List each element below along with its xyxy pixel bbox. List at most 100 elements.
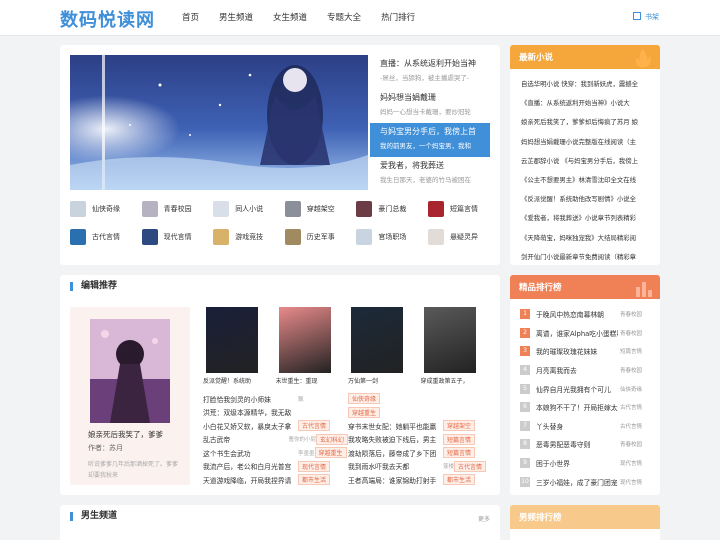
category-item[interactable]: 青春校园 bbox=[141, 195, 214, 223]
list-item[interactable]: 穿越重生 bbox=[348, 406, 493, 420]
rank-item[interactable]: 6 本娘狗不干了！开局拒嫁太子 古代言情 bbox=[520, 398, 652, 417]
rank-item[interactable]: 5 仙界自月光我拥有个可儿 仙侠奇缘 bbox=[520, 379, 652, 398]
book-card[interactable]: 反派觉醒！系统助 bbox=[203, 307, 276, 385]
list-item[interactable]: 小白花又娇又软，暴戾太子拿 古代言情 bbox=[203, 419, 348, 433]
category-item[interactable]: 官场职场 bbox=[356, 223, 428, 251]
genre-tag[interactable]: 穿越重生 bbox=[314, 447, 347, 459]
list-item[interactable]: 洪荒：双级本源精华，我无敌 bbox=[203, 406, 348, 420]
more-link[interactable]: 更多 bbox=[478, 514, 490, 523]
category-item[interactable]: 穿越架空 bbox=[284, 195, 357, 223]
newest-item[interactable]: 《反派觉醒！系统助他改写剧情》小说全 bbox=[521, 190, 653, 209]
book-card[interactable]: 穿成重政第五子， bbox=[421, 307, 494, 385]
bookshelf-link[interactable]: 书架 bbox=[633, 12, 659, 22]
book-title: 小白花又娇又软，暴戾太子拿 bbox=[203, 422, 292, 431]
newest-item[interactable]: 《公主不想要男主》林清雪沈印全文在线 bbox=[521, 171, 653, 190]
rank-item[interactable]: 2 离谱，谁家Alpha吃小蛋糕啊 青春校园 bbox=[520, 324, 652, 343]
nav-girls[interactable]: 女生频道 bbox=[263, 0, 317, 36]
category-item[interactable]: 豪门总裁 bbox=[356, 195, 428, 223]
rank-category: 现代言情 bbox=[620, 479, 643, 486]
newest-title: 最新小说 bbox=[519, 53, 554, 63]
list-item[interactable]: 乱古武帝 曹你的小屁 玄幻科幻 bbox=[203, 433, 348, 447]
rank-title: 于晚风中热恋南幕林朝 bbox=[536, 311, 604, 320]
category-item[interactable]: 悬疑灵异 bbox=[427, 223, 500, 251]
list-item[interactable]: 我攻略失败被迫下线后，男主 短篇言情 bbox=[348, 433, 493, 447]
section-title: 男生频道 bbox=[70, 512, 117, 521]
newest-item[interactable]: 娘亲死后我笑了，爹爹却后悔疯了苏月 娘 bbox=[521, 113, 653, 132]
category-label: 古代言情 bbox=[92, 233, 120, 241]
rank-item[interactable]: 1 于晚风中热恋南幕林朝 青春校园 bbox=[520, 305, 652, 324]
book-author: 飘 bbox=[298, 396, 304, 403]
list-item[interactable]: 我流产后，老公和白月光普宫 现代言情 bbox=[203, 460, 348, 474]
rank-title: 困于小世界 bbox=[536, 460, 570, 469]
category-thumb-icon bbox=[213, 229, 230, 245]
list-item[interactable]: 这个书生会武功 李墨墨 穿越重生 bbox=[203, 446, 348, 460]
banner-slide[interactable]: 爱我者，将我葬送 我生日那天，老婆的竹马被困在 bbox=[370, 157, 490, 191]
rank-number: 6 bbox=[520, 402, 530, 413]
banner-slide[interactable]: 妈妈想当娟戴珊 妈妈一心想当卡戴珊，要炒冠轮 bbox=[370, 89, 490, 123]
rank-item[interactable]: 9 困于小世界 现代言情 bbox=[520, 454, 652, 473]
category-item[interactable]: 同人小说 bbox=[213, 195, 285, 223]
genre-tag[interactable]: 都市生活 bbox=[443, 474, 476, 486]
category-label: 悬疑灵异 bbox=[449, 233, 478, 241]
newest-item[interactable]: 《天降萌宝，妈咪独宠我》大结局精彩阅 bbox=[521, 229, 653, 248]
cover-row: 反派觉醒！系统助 末世重生：重现 万仙第一剑 穿成重政第五子， bbox=[203, 307, 493, 385]
newest-item[interactable]: 自选华明小说 快穿：我到新妖虎，震撼全 bbox=[521, 75, 653, 94]
category-item[interactable]: 现代言情 bbox=[141, 223, 214, 251]
banner-image[interactable] bbox=[70, 55, 368, 190]
book-card[interactable]: 末世重生：重现 bbox=[276, 307, 349, 385]
slide-desc: -屌丝，当舔狗，被主播虐哭了- bbox=[380, 74, 470, 82]
genre-tag[interactable]: 短篇言情 bbox=[443, 447, 476, 459]
book-cover bbox=[278, 307, 331, 373]
category-item[interactable]: 短篇言情 bbox=[427, 195, 500, 223]
editor-panel: 编辑推荐 娘亲死后我笑了，爹爹 作者：苏月 听说爹爹几年后那酒掉死了。爹爹却要我… bbox=[60, 275, 500, 495]
list-item[interactable]: 我到雨水吓我去天都 蓬楼 古代言情 bbox=[348, 460, 493, 474]
list-item[interactable]: 打脸恰我剑灵的小师妹 飘 bbox=[203, 392, 348, 406]
banner-slide-active[interactable]: 与妈宝男分手后，我傍上首 我的前男友，一个妈宝男，我和 bbox=[370, 123, 490, 157]
newest-item[interactable]: 剑开仙门小说最新章节免费阅读（精彩章 bbox=[521, 248, 653, 267]
book-name: 穿成重政第五子， bbox=[420, 378, 469, 385]
category-item[interactable]: 游戏竞技 bbox=[213, 223, 285, 251]
nav-boys[interactable]: 男生频道 bbox=[209, 0, 263, 36]
genre-tag[interactable]: 短篇言情 bbox=[443, 433, 476, 445]
nav-topics[interactable]: 专题大全 bbox=[317, 0, 371, 36]
rank-item[interactable]: 10 三岁小福娃，成了豪门团宠 现代言情 bbox=[520, 472, 652, 491]
rank-item[interactable]: 4 月亮离我而去 青春校园 bbox=[520, 361, 652, 380]
book-card[interactable]: 万仙第一剑 bbox=[348, 307, 421, 385]
rank-item[interactable]: 7 丫头替身 古代言情 bbox=[520, 417, 652, 436]
genre-tag[interactable]: 古代言情 bbox=[454, 460, 487, 472]
genre-tag[interactable]: 穿越架空 bbox=[443, 420, 476, 432]
category-item[interactable]: 仙侠奇缘 bbox=[70, 195, 142, 223]
genre-tag[interactable]: 仙侠奇缘 bbox=[348, 393, 381, 405]
book-cover bbox=[423, 307, 476, 373]
newest-item[interactable]: 云芷郡辞小说 《与妈宝男分手后，我傍上 bbox=[521, 152, 653, 171]
genre-tag[interactable]: 玄幻科幻 bbox=[315, 433, 348, 445]
newest-item[interactable]: 《爱我者，将我葬送》小说章节列表精彩 bbox=[521, 209, 653, 228]
genre-tag[interactable]: 都市生活 bbox=[298, 474, 331, 486]
newest-item[interactable]: 妈妈想当娟戴珊小说完整版在线阅读（主 bbox=[521, 133, 653, 152]
rank-category: 仙侠奇缘 bbox=[620, 386, 643, 393]
genre-tag[interactable]: 现代言情 bbox=[298, 460, 331, 472]
banner-slide[interactable]: 直播：从系统返利开始当神 -屌丝，当舔狗，被主播虐哭了- bbox=[370, 55, 490, 89]
genre-tag[interactable]: 古代言情 bbox=[298, 420, 331, 432]
list-item[interactable]: 天道游戏降临，开局我捏界请 都市生活 bbox=[203, 473, 348, 487]
bookshelf-label: 书架 bbox=[645, 13, 659, 21]
category-thumb-icon bbox=[427, 229, 444, 245]
rank-item[interactable]: 8 恶毒男配恶毒守则 青春校园 bbox=[520, 435, 652, 454]
list-item[interactable]: 王者高端局：谁家锦助打射手 都市生活 bbox=[348, 473, 493, 487]
nav-ranking[interactable]: 热门排行 bbox=[371, 0, 425, 36]
newest-item[interactable]: 《直播：从系统返利开始当神》小说大 bbox=[521, 94, 653, 113]
category-item[interactable]: 古代言情 bbox=[70, 223, 142, 251]
ranking-panel: 精品排行榜 1 于晚风中热恋南幕林朝 青春校园 2 离谱，谁家Alpha吃小蛋糕啊 青春校… bbox=[510, 275, 660, 495]
book-title: 乱古武帝 bbox=[203, 436, 231, 445]
featured-book[interactable]: 娘亲死后我笑了，爹爹 作者：苏月 听说爹爹几年后那酒掉死了。爹爹却要我秋来 bbox=[70, 307, 190, 485]
category-item[interactable]: 历史军事 bbox=[284, 223, 357, 251]
category-thumb-icon bbox=[141, 229, 158, 245]
rank-category: 现代言情 bbox=[620, 461, 643, 468]
list-item[interactable]: 仙侠奇缘 bbox=[348, 392, 493, 406]
list-item[interactable]: 穿书末世女配：她躺平也能赢 穿越架空 bbox=[348, 419, 493, 433]
genre-tag[interactable]: 穿越重生 bbox=[348, 406, 381, 418]
site-logo[interactable]: 数码悦读网 bbox=[60, 6, 155, 32]
nav-home[interactable]: 首页 bbox=[172, 0, 209, 36]
list-item[interactable]: 渡劫陨落后，藤帝成了乡下团 短篇言情 bbox=[348, 446, 493, 460]
rank-item[interactable]: 3 我的璀璨玫瑰花妹妹 短篇言情 bbox=[520, 342, 652, 361]
